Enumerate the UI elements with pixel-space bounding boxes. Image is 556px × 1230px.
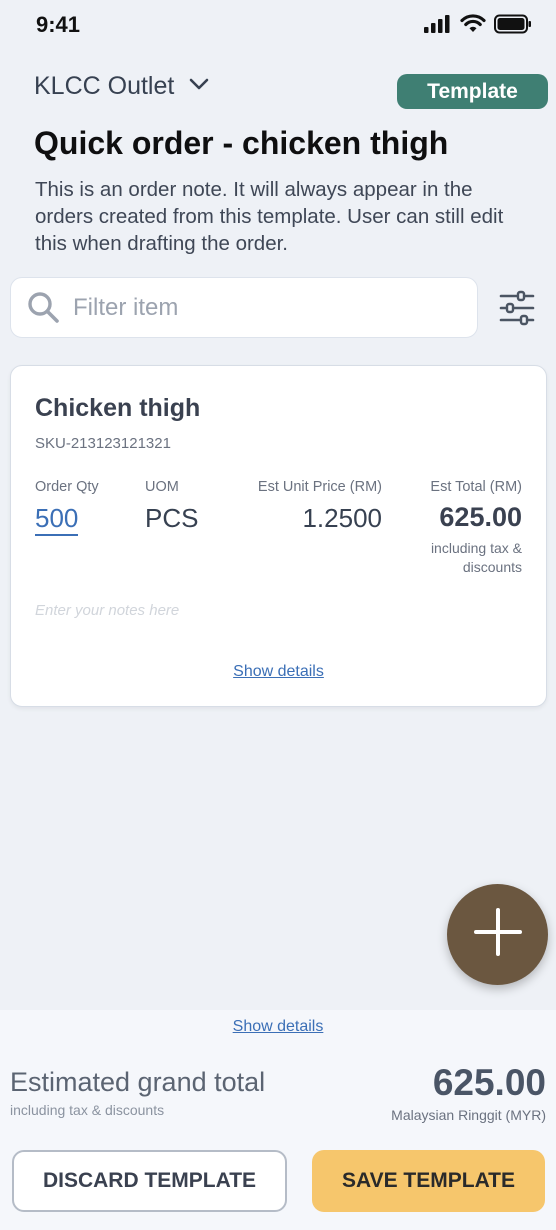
grand-total-value: 625.00 [432,1062,546,1103]
sliders-icon [498,290,536,330]
plus-icon [472,906,524,963]
order-qty-label: Order Qty [35,479,99,495]
chevron-down-icon [188,77,210,96]
filter-button[interactable] [498,290,536,326]
order-note: This is an order note. It will always ap… [35,178,504,255]
save-template-button[interactable]: SAVE TEMPLATE [312,1150,545,1212]
template-badge: Template [397,74,548,109]
item-total-value: 625.00 [439,502,522,532]
grand-total-subtext: including tax & discounts [10,1102,165,1118]
item-show-details-link[interactable]: Show details [11,663,546,681]
uom-label: UOM [145,479,179,495]
outlet-selector[interactable]: KLCC Outlet [34,72,210,101]
search-box[interactable] [10,277,478,338]
status-bar: 9:41 [0,0,556,50]
battery-icon [494,14,532,39]
uom-value: PCS [145,503,199,533]
unit-price-value: 1.2500 [302,503,382,533]
summary-show-details-link[interactable]: Show details [0,1018,556,1036]
discard-template-button[interactable]: DISCARD TEMPLATE [12,1150,287,1212]
search-icon [27,291,61,330]
grand-total-label: Estimated grand total [10,1067,266,1097]
item-notes-field[interactable]: Enter your notes here [35,602,179,619]
status-time: 9:41 [36,12,81,37]
outlet-name: KLCC Outlet [34,72,175,100]
page-title: Quick order - chicken thigh [34,125,449,161]
item-sku: SKU-213123121321 [35,435,171,452]
summary-panel: Show details Estimated grand total inclu… [0,1010,556,1230]
item-card: Chicken thigh SKU-213123121321 Order Qty… [10,365,547,707]
total-label: Est Total (RM) [430,479,522,495]
unit-price-label: Est Unit Price (RM) [257,479,382,495]
status-icons [424,14,532,39]
currency-label: Malaysian Ringgit (MYR) [391,1107,546,1123]
order-qty-input[interactable]: 500 [35,503,79,536]
add-item-button[interactable] [447,884,548,985]
item-total-note: including tax & discounts [430,540,522,575]
wifi-icon [460,14,486,39]
signal-icon [424,15,452,38]
item-name: Chicken thigh [35,394,201,422]
search-input[interactable] [73,288,463,328]
